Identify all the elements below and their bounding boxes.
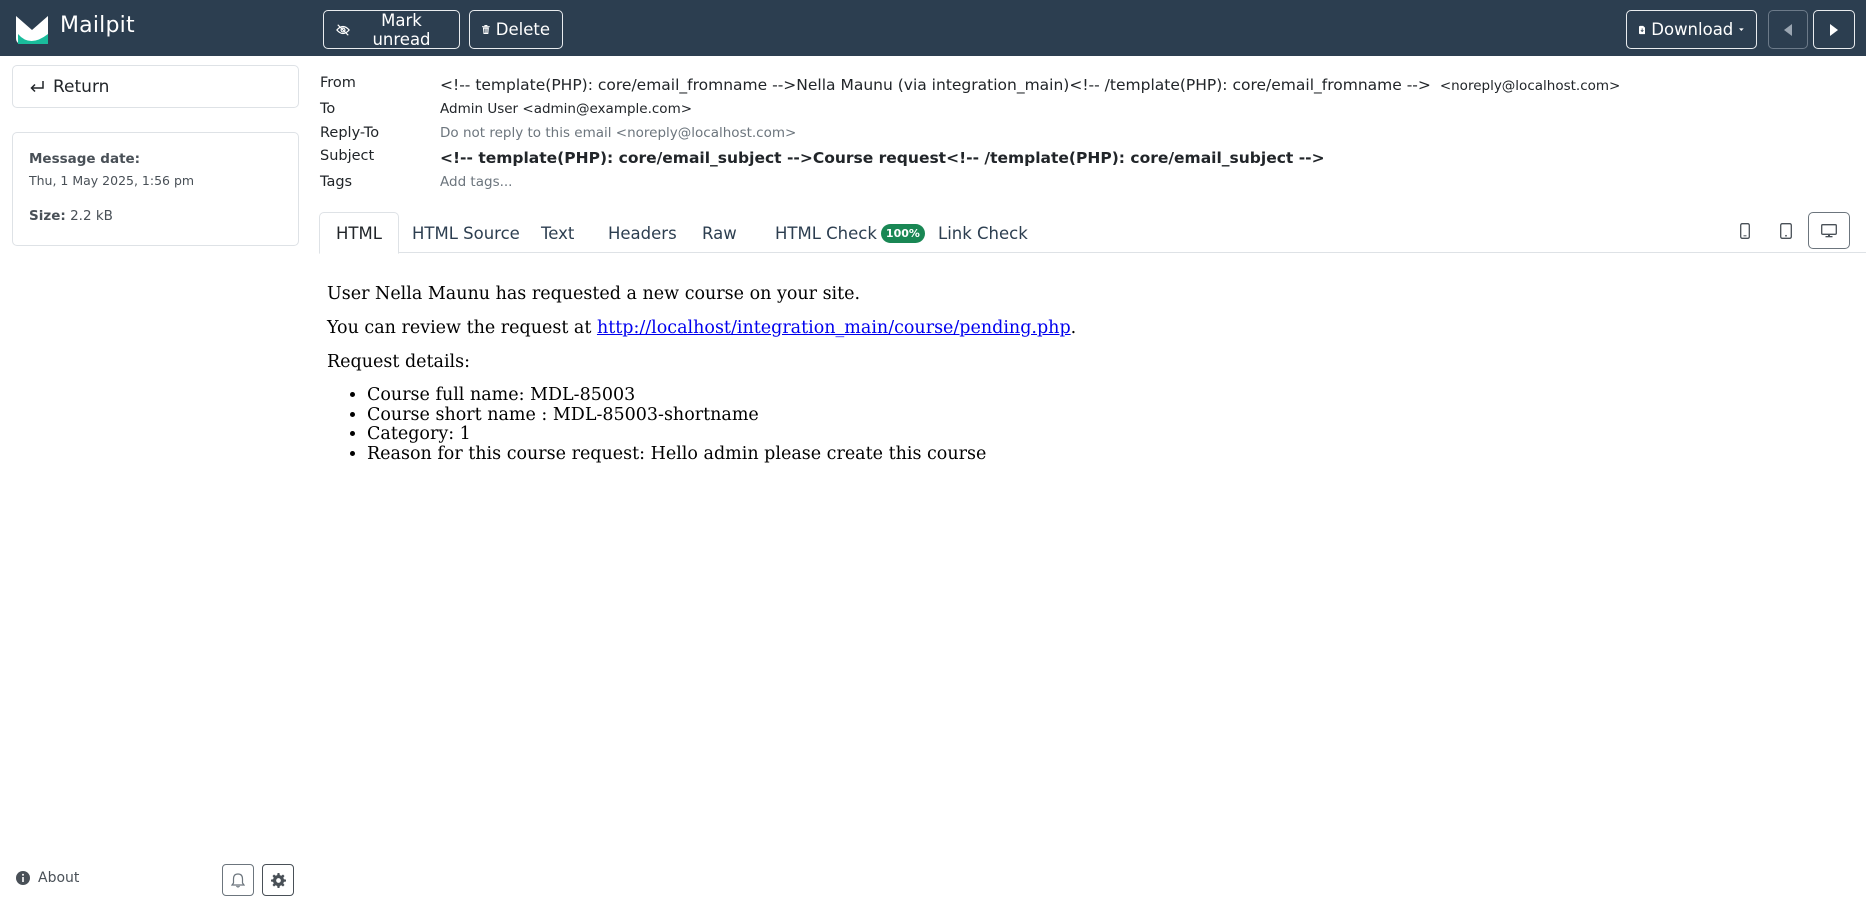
list-item: Reason for this course request: Hello ad… [367,444,1076,465]
body-line-details-heading: Request details: [327,352,471,372]
download-dropdown-button[interactable]: Download [1626,10,1757,49]
email-html-body: User Nella Maunu has requested a new cou… [327,284,1076,464]
from-name: <!-- template(PHP): core/email_fromname … [440,76,1431,94]
eye-slash-icon [336,23,350,36]
subject-value: <!-- template(PHP): core/email_subject -… [440,149,1325,167]
logo-icon[interactable] [12,8,52,48]
next-message-button[interactable] [1813,10,1855,49]
caret-down-icon [1739,27,1744,31]
message-date-value: Thu, 1 May 2025, 1:56 pm [29,173,195,188]
html-check-label: HTML Check [775,223,877,243]
return-button[interactable]: Return [12,65,299,108]
size-value: 2.2 kB [70,208,113,224]
tab-link-check[interactable]: Link Check [922,212,1044,254]
tab-text[interactable]: Text [525,212,590,254]
app-name[interactable]: Mailpit [60,13,135,38]
size-label: Size: [29,208,66,224]
subject-label: Subject [320,148,375,164]
from-label: From [320,75,356,91]
phone-view-button[interactable] [1726,212,1764,249]
desktop-view-button[interactable] [1808,212,1850,249]
reply-to-value: Do not reply to this email <noreply@loca… [440,125,797,141]
info-icon [16,871,30,885]
tablet-icon [1780,222,1792,239]
pending-requests-link[interactable]: http://localhost/integration_main/course… [597,318,1071,338]
top-navbar: Mailpit Mark unread Delete Download [0,0,1866,56]
tab-html-check[interactable]: HTML Check 100% [759,212,941,254]
download-label: Download [1651,20,1734,39]
body-line-request: User Nella Maunu has requested a new cou… [327,284,861,304]
list-item: Category: 1 [367,424,1076,445]
trash-icon [482,25,490,34]
request-details-list: Course full name: MDL-85003 Course short… [327,385,1076,465]
delete-button[interactable]: Delete [469,10,563,49]
tab-html[interactable]: HTML [319,212,399,254]
previous-message-button[interactable] [1768,10,1808,49]
from-email: <noreply@localhost.com> [1439,78,1621,94]
message-view-tabs: HTML HTML Source Text Headers Raw HTML C… [319,212,1866,254]
delete-label: Delete [495,20,550,39]
download-icon [1639,25,1646,34]
message-info-card: Message date: Thu, 1 May 2025, 1:56 pm S… [12,132,299,246]
message-size: Size: 2.2 kB [29,208,282,224]
gear-icon [270,872,286,888]
mark-unread-label: Mark unread [372,10,431,49]
tab-html-source[interactable]: HTML Source [396,212,536,254]
bell-icon [231,872,245,888]
message-date-label: Message date: [29,151,141,167]
return-arrow-icon [30,80,44,92]
review-suffix: . [1070,318,1077,338]
reply-to-label: Reply-To [320,125,380,141]
tags-input[interactable]: Add tags... [440,174,512,190]
from-value: <!-- template(PHP): core/email_fromname … [440,76,1620,94]
list-item: Course full name: MDL-85003 [367,385,1076,406]
tags-label: Tags [320,174,353,190]
html-check-score-badge: 100% [880,223,925,243]
list-item: Course short name : MDL-85003-shortname [367,405,1076,426]
arrow-right-icon [1830,23,1838,36]
body-line-review: You can review the request at http://loc… [327,318,1076,338]
to-label: To [320,101,336,117]
review-prefix: You can review the request at [327,318,597,338]
desktop-icon [1821,223,1837,237]
tab-raw[interactable]: Raw [686,212,753,254]
settings-button[interactable] [262,864,294,896]
tab-headers[interactable]: Headers [592,212,693,254]
return-label: Return [53,76,110,97]
phone-icon [1740,222,1750,239]
about-label: About [38,870,80,886]
about-link[interactable]: About [16,870,79,886]
mark-unread-button[interactable]: Mark unread [323,10,460,49]
notifications-button[interactable] [222,864,254,896]
to-value: Admin User <admin@example.com> [440,101,693,117]
arrow-left-icon [1784,23,1792,36]
tablet-view-button[interactable] [1767,212,1805,249]
